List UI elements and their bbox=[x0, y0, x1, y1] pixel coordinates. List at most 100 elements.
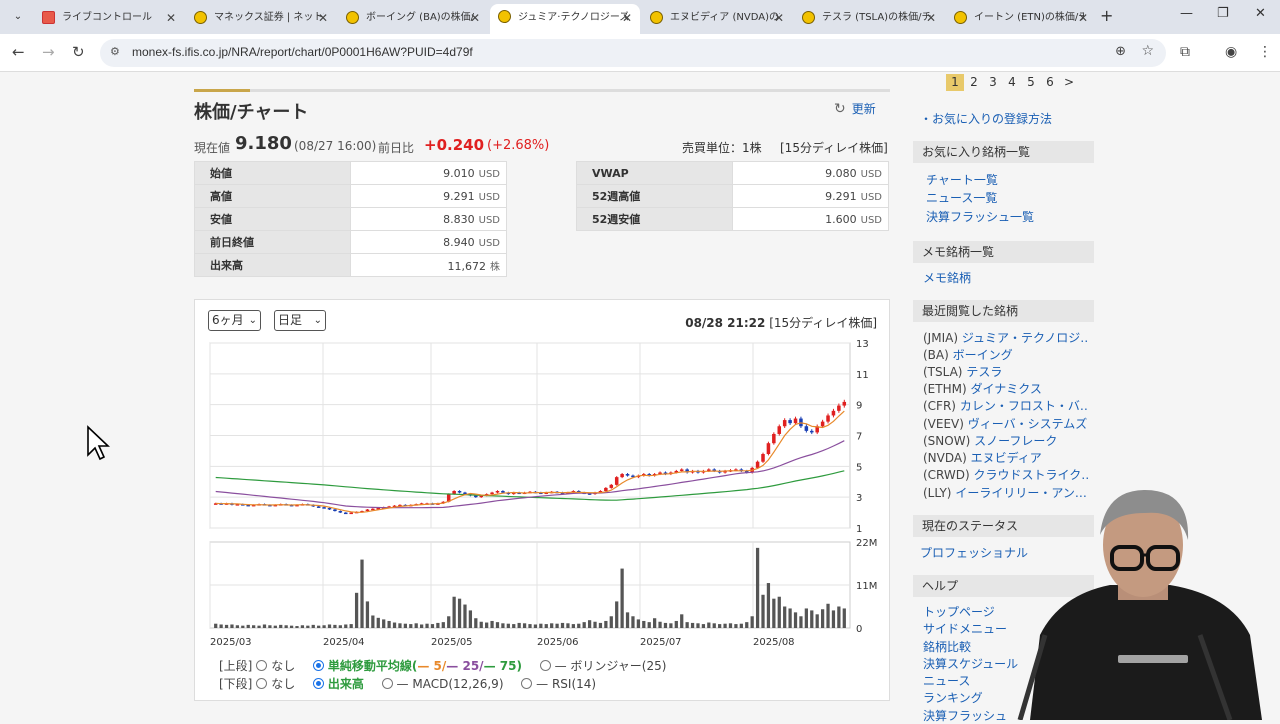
table-row: 始値 9.010 USD bbox=[194, 161, 507, 185]
quote-value: 1.600 USD bbox=[732, 207, 889, 231]
volume-bar bbox=[734, 624, 738, 628]
help-link[interactable]: ニュース bbox=[923, 672, 970, 689]
tab-4[interactable]: エヌビディア (NVDA)の株 ✕ bbox=[642, 5, 792, 31]
page-5[interactable]: 5 bbox=[1022, 74, 1040, 91]
earnings-flash-list-link[interactable]: 決算フラッシュ一覧 bbox=[926, 208, 1034, 225]
profile-icon[interactable]: ◉ bbox=[1225, 44, 1237, 60]
volume-bar bbox=[696, 623, 700, 628]
close-tab-icon[interactable]: ✕ bbox=[318, 5, 328, 31]
news-list-link[interactable]: ニュース一覧 bbox=[926, 189, 997, 206]
page-6[interactable]: 6 bbox=[1041, 74, 1059, 91]
help-link[interactable]: トップページ bbox=[923, 603, 995, 620]
help-link[interactable]: 銘柄比較 bbox=[923, 638, 971, 655]
help-link[interactable]: サイドメニュー bbox=[923, 620, 1007, 637]
tab-search-icon[interactable]: ⌄ bbox=[8, 7, 28, 27]
recent-item[interactable]: (ETHM) ダイナミクス bbox=[923, 380, 1088, 397]
recent-item[interactable]: (NVDA) エヌビディア bbox=[923, 449, 1088, 466]
tab-label: ライブコントロール bbox=[62, 12, 152, 23]
candle-body bbox=[349, 512, 353, 515]
tab-5[interactable]: テスラ (TSLA)の株価/チ ✕ bbox=[794, 5, 944, 31]
page-1[interactable]: 1 bbox=[946, 74, 964, 91]
volume-bar bbox=[755, 547, 760, 628]
tab-6[interactable]: イートン (ETN)の株価/チ ✕ bbox=[946, 5, 1096, 31]
quote-table-right: VWAP 9.080 USD 52週高値 9.291 USD 52週安値 1.600 USD bbox=[576, 161, 889, 231]
page-4[interactable]: 4 bbox=[1003, 74, 1021, 91]
forward-icon[interactable]: → bbox=[42, 43, 55, 61]
tab-label: テスラ (TSLA)の株価/チ bbox=[822, 12, 932, 23]
reload-icon[interactable]: ↻ bbox=[72, 43, 85, 61]
recent-item[interactable]: (JMIA) ジュミア・テクノロジ… bbox=[923, 329, 1088, 346]
restore-icon[interactable]: ❐ bbox=[1217, 6, 1229, 21]
price-tick-label: 13 bbox=[856, 339, 869, 350]
volume-bar bbox=[669, 623, 673, 628]
price-volume-chart[interactable]: 13579111322M11M02025/03 2025/04 2025/05 202… bbox=[195, 300, 889, 700]
table-row: 安値 8.830 USD bbox=[194, 207, 507, 231]
tab-2[interactable]: ボーイング (BA)の株価/✕ bbox=[338, 5, 488, 31]
volume-bar bbox=[522, 623, 527, 628]
address-bar[interactable]: ⚙ monex-fs.ifis.co.jp/NRA/report/chart/0… bbox=[100, 39, 1166, 67]
volume-bar bbox=[230, 624, 234, 628]
volume-bar bbox=[680, 614, 684, 628]
volume-bar bbox=[555, 623, 559, 628]
x-tick-label: 2025/06 bbox=[537, 637, 579, 648]
volume-bar bbox=[707, 622, 711, 628]
menu-icon[interactable]: ⋮ bbox=[1258, 44, 1272, 60]
radio-lower-none[interactable] bbox=[256, 678, 268, 689]
minimize-icon[interactable]: — bbox=[1180, 6, 1193, 21]
tab-label: エヌビディア (NVDA)の株 bbox=[670, 12, 780, 23]
close-tab-icon[interactable]: ✕ bbox=[774, 5, 784, 31]
table-row: 高値 9.291 USD bbox=[194, 184, 507, 208]
recent-item[interactable]: (TSLA) テスラ bbox=[923, 363, 1088, 380]
radio-upper-sma[interactable] bbox=[312, 660, 324, 671]
volume-bar bbox=[501, 623, 505, 628]
volume-label: 出来高 bbox=[327, 677, 364, 691]
candle-body bbox=[820, 421, 825, 427]
chart-list-link[interactable]: チャート一覧 bbox=[926, 171, 998, 188]
back-icon[interactable]: ← bbox=[12, 43, 25, 61]
table-row: 出来高 11,672 株 bbox=[194, 253, 507, 277]
radio-upper-bollinger[interactable] bbox=[539, 660, 551, 671]
close-tab-icon[interactable]: ✕ bbox=[1078, 5, 1088, 31]
bookmark-star-icon[interactable]: ☆ bbox=[1141, 43, 1154, 59]
url-text[interactable]: monex-fs.ifis.co.jp/NRA/report/chart/0P0… bbox=[132, 45, 473, 59]
volume-bar bbox=[382, 619, 386, 628]
site-info-icon[interactable]: ⚙ bbox=[110, 45, 120, 58]
recent-item[interactable]: (BA) ボーイング bbox=[923, 346, 1088, 363]
candle-body bbox=[333, 509, 337, 512]
volume-bar bbox=[365, 601, 370, 628]
page-3[interactable]: 3 bbox=[984, 74, 1002, 91]
page-next[interactable]: > bbox=[1060, 74, 1078, 91]
page-2[interactable]: 2 bbox=[965, 74, 983, 91]
help-link[interactable]: ランキング bbox=[923, 689, 983, 706]
recent-item[interactable]: (CFR) カレン・フロスト・バ… bbox=[923, 397, 1088, 414]
refresh-button[interactable]: ↻ 更新 bbox=[834, 100, 876, 117]
recent-item[interactable]: (SNOW) スノーフレーク bbox=[923, 432, 1088, 449]
radio-lower-macd[interactable] bbox=[381, 678, 393, 689]
favicon-icon bbox=[194, 11, 207, 24]
radio-lower-rsi[interactable] bbox=[521, 678, 533, 689]
close-tab-icon[interactable]: ✕ bbox=[926, 5, 936, 31]
volume-bar bbox=[479, 621, 483, 628]
candle-body bbox=[490, 492, 494, 495]
browser-toolbar: ← → ↻ ⚙ monex-fs.ifis.co.jp/NRA/report/c… bbox=[0, 34, 1280, 72]
new-tab-icon[interactable]: + bbox=[1100, 6, 1113, 25]
extensions-icon[interactable]: ⧉ bbox=[1180, 44, 1190, 60]
help-link[interactable]: 決算フラッシュ bbox=[923, 707, 1007, 724]
volume-bar bbox=[224, 624, 229, 628]
close-window-icon[interactable]: ✕ bbox=[1255, 6, 1266, 21]
volume-bar bbox=[485, 622, 489, 628]
close-tab-icon[interactable]: ✕ bbox=[622, 4, 632, 32]
radio-upper-none[interactable] bbox=[256, 660, 268, 671]
tab-0[interactable]: ライブコントロール ✕ bbox=[34, 5, 184, 31]
close-tab-icon[interactable]: ✕ bbox=[470, 5, 480, 31]
recent-item[interactable]: (CRWD) クラウドストライク… bbox=[923, 466, 1088, 483]
zoom-icon[interactable]: ⊕ bbox=[1115, 44, 1126, 59]
favorites-howto-link[interactable]: ・お気に入りの登録方法 bbox=[920, 110, 1052, 127]
close-tab-icon[interactable]: ✕ bbox=[166, 5, 176, 31]
radio-lower-volume[interactable] bbox=[312, 678, 324, 689]
quote-value: 8.830 USD bbox=[350, 207, 507, 231]
tab-1[interactable]: マネックス証券 | ネット証 ✕ bbox=[186, 5, 336, 31]
recent-item[interactable]: (VEEV) ヴィーバ・システムズ bbox=[923, 415, 1088, 432]
tab-3-active[interactable]: ジュミア·テクノロジーズ (✕ bbox=[490, 4, 640, 34]
memo-link[interactable]: メモ銘柄 bbox=[923, 269, 971, 286]
